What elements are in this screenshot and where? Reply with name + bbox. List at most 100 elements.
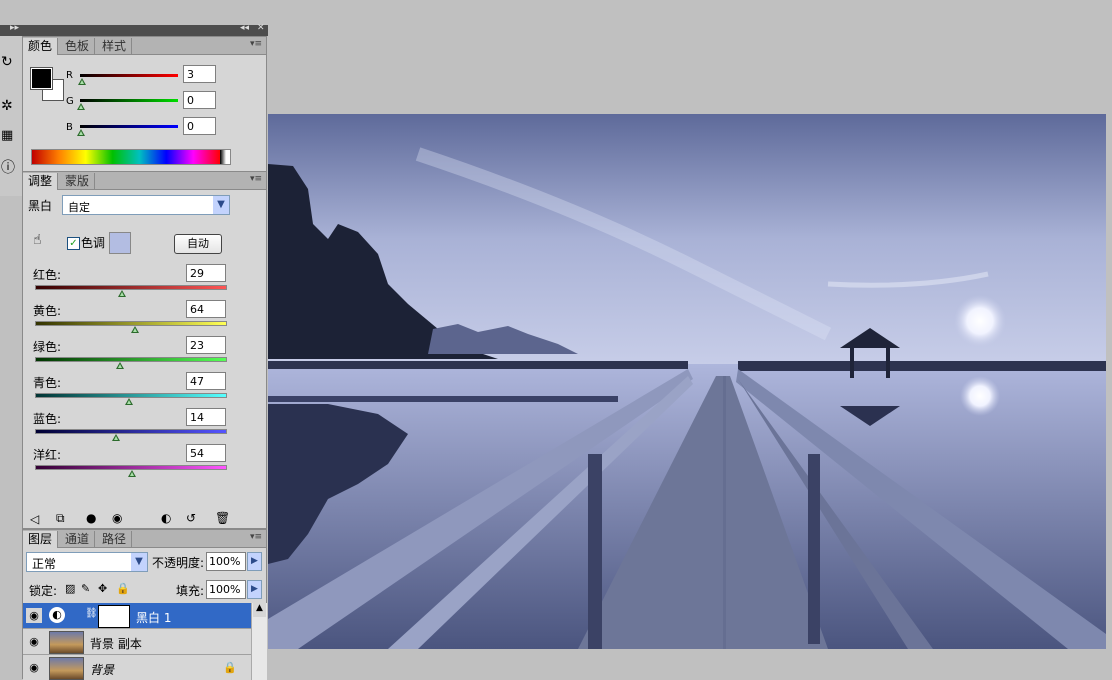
collapse-panels-icon[interactable]: ◂◂: [240, 23, 249, 33]
visibility-eye-icon[interactable]: ◉: [112, 511, 122, 525]
tab-layers[interactable]: 图层: [23, 531, 59, 548]
bw-slider-input[interactable]: [186, 444, 226, 462]
fill-arrow-icon[interactable]: ▶: [247, 580, 262, 599]
lock-all-icon[interactable]: 🔒: [116, 582, 130, 595]
scroll-up-icon[interactable]: ▲: [253, 603, 266, 617]
lock-transparent-icon[interactable]: ▨: [65, 582, 75, 595]
reset-icon[interactable]: ↺: [186, 511, 196, 525]
opacity-input[interactable]: 100%: [206, 552, 246, 571]
layers-tabbar: 图层 通道 路径 ▾≡: [23, 530, 266, 548]
layer-name: 黑白 1: [136, 611, 172, 625]
view-previous-icon[interactable]: ◐: [161, 511, 171, 525]
trash-icon[interactable]: 🗑: [215, 511, 230, 525]
chevron-down-icon[interactable]: ▼: [131, 553, 147, 571]
tint-checkbox[interactable]: ✓: [67, 237, 80, 250]
bw-slider-thumb[interactable]: [115, 362, 124, 369]
opacity-arrow-icon[interactable]: ▶: [247, 552, 262, 571]
panel-menu-icon[interactable]: ▾≡: [250, 532, 262, 542]
layers-scrollbar[interactable]: ▲: [251, 603, 267, 680]
color-panel: 颜色 色板 样式 ▾≡ R G B: [22, 36, 267, 172]
visibility-eye-icon[interactable]: ◉: [26, 660, 42, 675]
info-icon[interactable]: ⓘ: [1, 157, 19, 176]
auto-button[interactable]: 自动: [174, 234, 222, 254]
bw-slider-thumb[interactable]: [124, 398, 133, 405]
lock-position-move-icon[interactable]: ✥: [98, 582, 107, 595]
bw-slider-label: 黄色:: [33, 304, 62, 318]
tab-swatches[interactable]: 色板: [60, 38, 96, 54]
tab-paths[interactable]: 路径: [97, 531, 133, 547]
panel-menu-icon[interactable]: ▾≡: [250, 39, 262, 49]
targeted-adjustment-hand-icon[interactable]: ☝: [33, 232, 42, 248]
layer-mask-thumbnail[interactable]: [98, 605, 130, 628]
document-canvas[interactable]: [268, 114, 1106, 649]
fill-input[interactable]: 100%: [206, 580, 246, 599]
canvas-photo: [268, 114, 1106, 649]
bw-slider-label: 绿色:: [33, 340, 62, 354]
foreground-color-swatch[interactable]: [30, 67, 53, 90]
layer-row[interactable]: ◉ 背景 🔒: [23, 655, 251, 680]
panel-dock-header: ▸▸ ◂◂ ✕: [0, 23, 268, 36]
expand-panels-icon[interactable]: ▸▸: [10, 23, 19, 33]
tab-masks[interactable]: 蒙版: [60, 173, 96, 189]
bw-slider-input[interactable]: [186, 408, 226, 426]
history-icon[interactable]: ↻: [1, 54, 19, 72]
panel-icon-strip: ↻ ✲ ▦ ⓘ: [0, 36, 23, 196]
histogram-icon[interactable]: ▦: [1, 128, 19, 146]
close-panels-icon[interactable]: ✕: [257, 23, 265, 33]
bw-slider-row: 青色:: [23, 372, 263, 406]
bw-slider-row: 黄色:: [23, 300, 263, 334]
bw-slider-input[interactable]: [186, 336, 226, 354]
bw-slider-track[interactable]: [35, 357, 227, 362]
bw-slider-row: 洋红:: [23, 444, 263, 478]
bw-slider-thumb[interactable]: [118, 290, 126, 297]
layer-row[interactable]: ◉ ◐ ⛓ 黑白 1: [23, 603, 251, 629]
bw-slider-input[interactable]: [186, 372, 226, 390]
layer-name: 背景 副本: [90, 637, 142, 651]
bw-slider-input[interactable]: [186, 300, 226, 318]
panel-menu-icon[interactable]: ▾≡: [250, 174, 262, 184]
channel-g-input[interactable]: [183, 91, 216, 109]
lock-image-brush-icon[interactable]: ✎: [81, 582, 90, 595]
preset-value: 自定: [68, 201, 90, 214]
bw-slider-input[interactable]: [186, 264, 226, 282]
adjustments-panel: 调整 蒙版 ▾≡ 黑白 自定 ▼ ☝ ✓ 色调 自动 红色: 黄色: 绿色: 青色: 蓝…: [22, 171, 267, 529]
color-spectrum-bar[interactable]: [31, 149, 231, 165]
bw-slider-thumb[interactable]: [112, 434, 121, 441]
expand-view-icon[interactable]: ⧉: [56, 511, 65, 526]
back-arrow-icon[interactable]: ◁: [30, 512, 39, 526]
channel-g-label: G: [66, 96, 74, 107]
channel-b-thumb[interactable]: [77, 129, 85, 136]
clip-to-layer-icon[interactable]: ●: [86, 511, 96, 525]
tab-adjustments[interactable]: 调整: [23, 173, 59, 190]
blend-mode-dropdown[interactable]: 正常 ▼: [26, 552, 148, 572]
preset-dropdown[interactable]: 自定 ▼: [62, 195, 230, 215]
bw-slider-thumb[interactable]: [131, 326, 140, 333]
visibility-eye-icon[interactable]: ◉: [26, 608, 42, 623]
channel-b-input[interactable]: [183, 117, 216, 135]
channel-r-input[interactable]: [183, 65, 216, 83]
bw-slider-label: 青色:: [33, 376, 62, 390]
layer-row[interactable]: ◉ 背景 副本: [23, 629, 251, 655]
tab-styles[interactable]: 样式: [97, 38, 133, 54]
color-panel-tabbar: 颜色 色板 样式 ▾≡: [23, 37, 266, 55]
layer-thumbnail: [49, 631, 84, 654]
bw-slider-thumb[interactable]: [127, 470, 136, 477]
bw-slider-track[interactable]: [35, 285, 227, 290]
tab-channels[interactable]: 通道: [60, 531, 96, 547]
tint-label: 色调: [81, 236, 106, 250]
channel-g-slider[interactable]: [80, 99, 178, 102]
blend-mode-value: 正常: [32, 557, 57, 571]
channel-r-slider[interactable]: [80, 74, 178, 77]
channel-r-thumb[interactable]: [78, 78, 86, 85]
visibility-eye-icon[interactable]: ◉: [26, 634, 42, 649]
channel-g-thumb[interactable]: [77, 103, 85, 110]
chevron-down-icon[interactable]: ▼: [213, 196, 229, 214]
bw-slider-track[interactable]: [35, 429, 227, 434]
tint-color-swatch[interactable]: [109, 232, 131, 254]
adjustment-title: 黑白: [28, 199, 53, 213]
channel-b-slider[interactable]: [80, 125, 178, 128]
tab-color[interactable]: 颜色: [23, 38, 59, 55]
layers-panel: 图层 通道 路径 ▾≡ 正常 ▼ 不透明度: 100% ▶ 锁定: ▨ ✎ ✥ …: [22, 529, 267, 680]
navigator-icon[interactable]: ✲: [1, 98, 19, 116]
link-chain-icon[interactable]: ⛓: [85, 608, 98, 619]
